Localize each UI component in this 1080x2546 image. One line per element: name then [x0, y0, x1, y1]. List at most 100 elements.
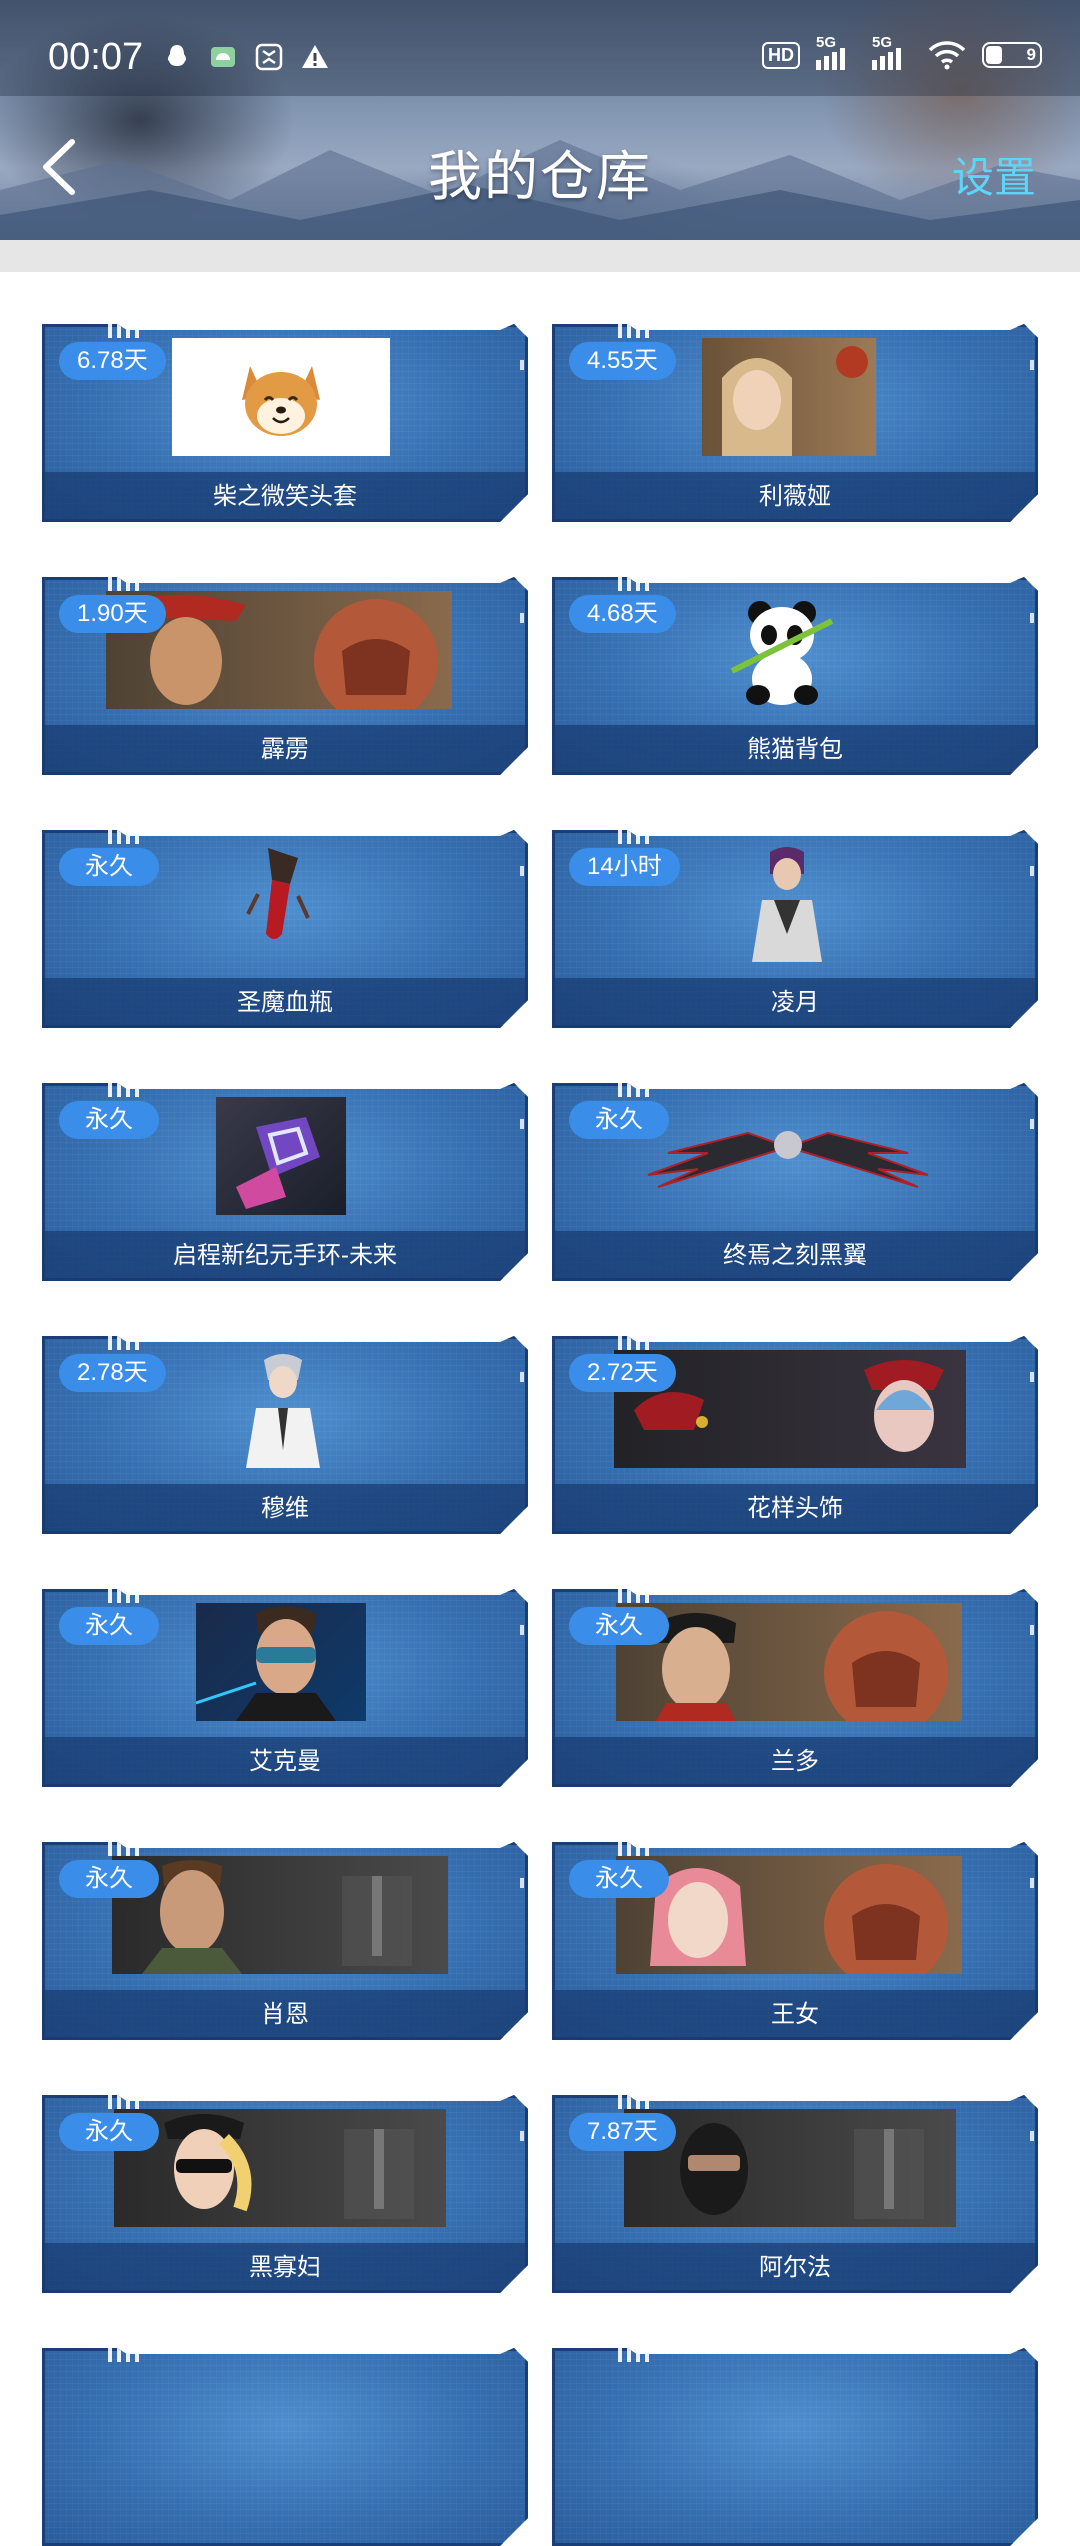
card-edge-mark	[520, 613, 524, 623]
item-thumbnail	[732, 844, 842, 962]
inventory-item-card-partial[interactable]	[42, 2348, 528, 2546]
item-name: 阿尔法	[552, 2243, 1038, 2293]
duration-badge: 2.72天	[569, 1354, 676, 1392]
card-edge-mark	[520, 1119, 524, 1129]
duration-badge: 14小时	[569, 848, 680, 886]
inventory-item-card[interactable]: 6.78天 柴之微笑头套	[42, 324, 528, 522]
card-notch	[108, 830, 140, 844]
duration-badge: 7.87天	[569, 2113, 676, 2151]
page-title: 我的仓库	[428, 147, 652, 207]
blood-vial-icon	[246, 848, 310, 939]
item-name: 肖恩	[42, 1990, 528, 2040]
card-edge-mark	[1030, 2131, 1034, 2141]
card-notch	[108, 2095, 140, 2109]
card-notch	[108, 324, 140, 338]
item-name: 凌月	[552, 978, 1038, 1028]
duration-badge: 1.90天	[59, 595, 166, 633]
duration-badge: 永久	[569, 1607, 669, 1645]
item-name: 兰多	[552, 1737, 1038, 1787]
item-name: 圣魔血瓶	[42, 978, 528, 1028]
item-name: 王女	[552, 1990, 1038, 2040]
item-name: 熊猫背包	[552, 725, 1038, 775]
inventory-item-card[interactable]: 7.87天 阿尔法	[552, 2095, 1038, 2293]
status-bar: 00:07 HD 5G 5G 9	[0, 0, 1080, 96]
duration-badge: 6.78天	[59, 342, 166, 380]
wristband-icon	[236, 1117, 320, 1209]
duration-badge: 4.68天	[569, 595, 676, 633]
card-notch	[618, 1083, 650, 1097]
character-figure	[752, 847, 822, 962]
card-notch	[618, 2095, 650, 2109]
inventory-item-card[interactable]: 2.72天 花样头饰	[552, 1336, 1038, 1534]
inventory-item-card[interactable]: 永久 黑寡妇	[42, 2095, 528, 2293]
item-thumbnail	[114, 2109, 446, 2227]
card-notch	[108, 1842, 140, 1856]
inventory-item-card[interactable]: 永久 兰多	[552, 1589, 1038, 1787]
inventory-item-card[interactable]: 永久 圣魔血瓶	[42, 830, 528, 1028]
card-notch	[618, 577, 650, 591]
inventory-item-card[interactable]: 永久 启程新纪元手环-未来	[42, 1083, 528, 1281]
inventory-item-card[interactable]: 4.68天 熊猫背包	[552, 577, 1038, 775]
wifi-icon	[928, 41, 966, 70]
card-edge-mark	[1030, 866, 1034, 876]
card-notch	[618, 324, 650, 338]
inventory-item-card[interactable]: 永久 艾克曼	[42, 1589, 528, 1787]
inventory-item-card[interactable]: 永久 终焉之刻黑翼	[552, 1083, 1038, 1281]
app-notification-icon	[255, 43, 283, 71]
item-name: 黑寡妇	[42, 2243, 528, 2293]
card-edge-mark	[1030, 613, 1034, 623]
item-thumbnail	[216, 1097, 346, 1215]
item-name: 艾克曼	[42, 1737, 528, 1787]
item-name: 花样头饰	[552, 1484, 1038, 1534]
signal-icon-sim2: 5G	[872, 34, 912, 70]
character-portrait	[142, 1860, 412, 1974]
item-name: 穆维	[42, 1484, 528, 1534]
card-notch	[108, 1336, 140, 1350]
item-thumbnail	[722, 591, 842, 709]
item-thumbnail	[702, 338, 876, 456]
duration-badge: 永久	[569, 1860, 669, 1898]
item-name: 霹雳	[42, 725, 528, 775]
duration-badge: 永久	[59, 1101, 159, 1139]
hd-voice-icon: HD	[762, 41, 800, 69]
card-notch	[618, 1842, 650, 1856]
panda-backpack-icon	[730, 601, 834, 705]
settings-button[interactable]: 设置	[952, 144, 1036, 205]
duration-badge: 4.55天	[569, 342, 676, 380]
character-portrait	[164, 2114, 414, 2219]
card-edge-mark	[520, 1372, 524, 1382]
header-banner: 00:07 HD 5G 5G 9 我的仓库 设置	[0, 0, 1080, 240]
card-edge-mark	[520, 2131, 524, 2141]
card-edge-mark	[1030, 360, 1034, 370]
character-portrait	[196, 1606, 336, 1721]
item-name: 柴之微笑头套	[42, 472, 528, 522]
item-thumbnail	[196, 1603, 366, 1721]
inventory-item-card[interactable]: 4.55天 利薇娅	[552, 324, 1038, 522]
inventory-item-card[interactable]: 永久 肖恩	[42, 1842, 528, 2040]
warning-icon	[302, 45, 328, 68]
card-notch	[618, 1336, 650, 1350]
card-notch	[108, 1589, 140, 1603]
battery-fill	[986, 46, 1002, 64]
item-thumbnail	[638, 1097, 938, 1215]
card-notch	[618, 830, 650, 844]
inventory-item-card[interactable]: 14小时 凌月	[552, 830, 1038, 1028]
item-thumbnail	[172, 338, 390, 456]
item-name: 利薇娅	[552, 472, 1038, 522]
shiba-mask-icon	[242, 366, 320, 436]
duration-badge: 永久	[59, 1860, 159, 1898]
inventory-item-card-partial[interactable]	[552, 2348, 1038, 2546]
sim1-network-label: 5G	[816, 34, 837, 51]
inventory-item-card[interactable]: 永久 王女	[552, 1842, 1038, 2040]
card-edge-mark	[520, 360, 524, 370]
item-thumbnail	[228, 1350, 338, 1468]
inventory-item-card[interactable]: 2.78天 穆维	[42, 1336, 528, 1534]
inventory-item-card[interactable]: 1.90天 霹雳	[42, 577, 528, 775]
signal-icon-sim1: 5G	[816, 34, 856, 70]
duration-badge: 永久	[59, 1607, 159, 1645]
duration-badge: 永久	[59, 2113, 159, 2151]
card-edge-mark	[1030, 1119, 1034, 1129]
card-notch	[618, 1589, 650, 1603]
qq-icon	[167, 45, 187, 66]
card-edge-mark	[1030, 1878, 1034, 1888]
